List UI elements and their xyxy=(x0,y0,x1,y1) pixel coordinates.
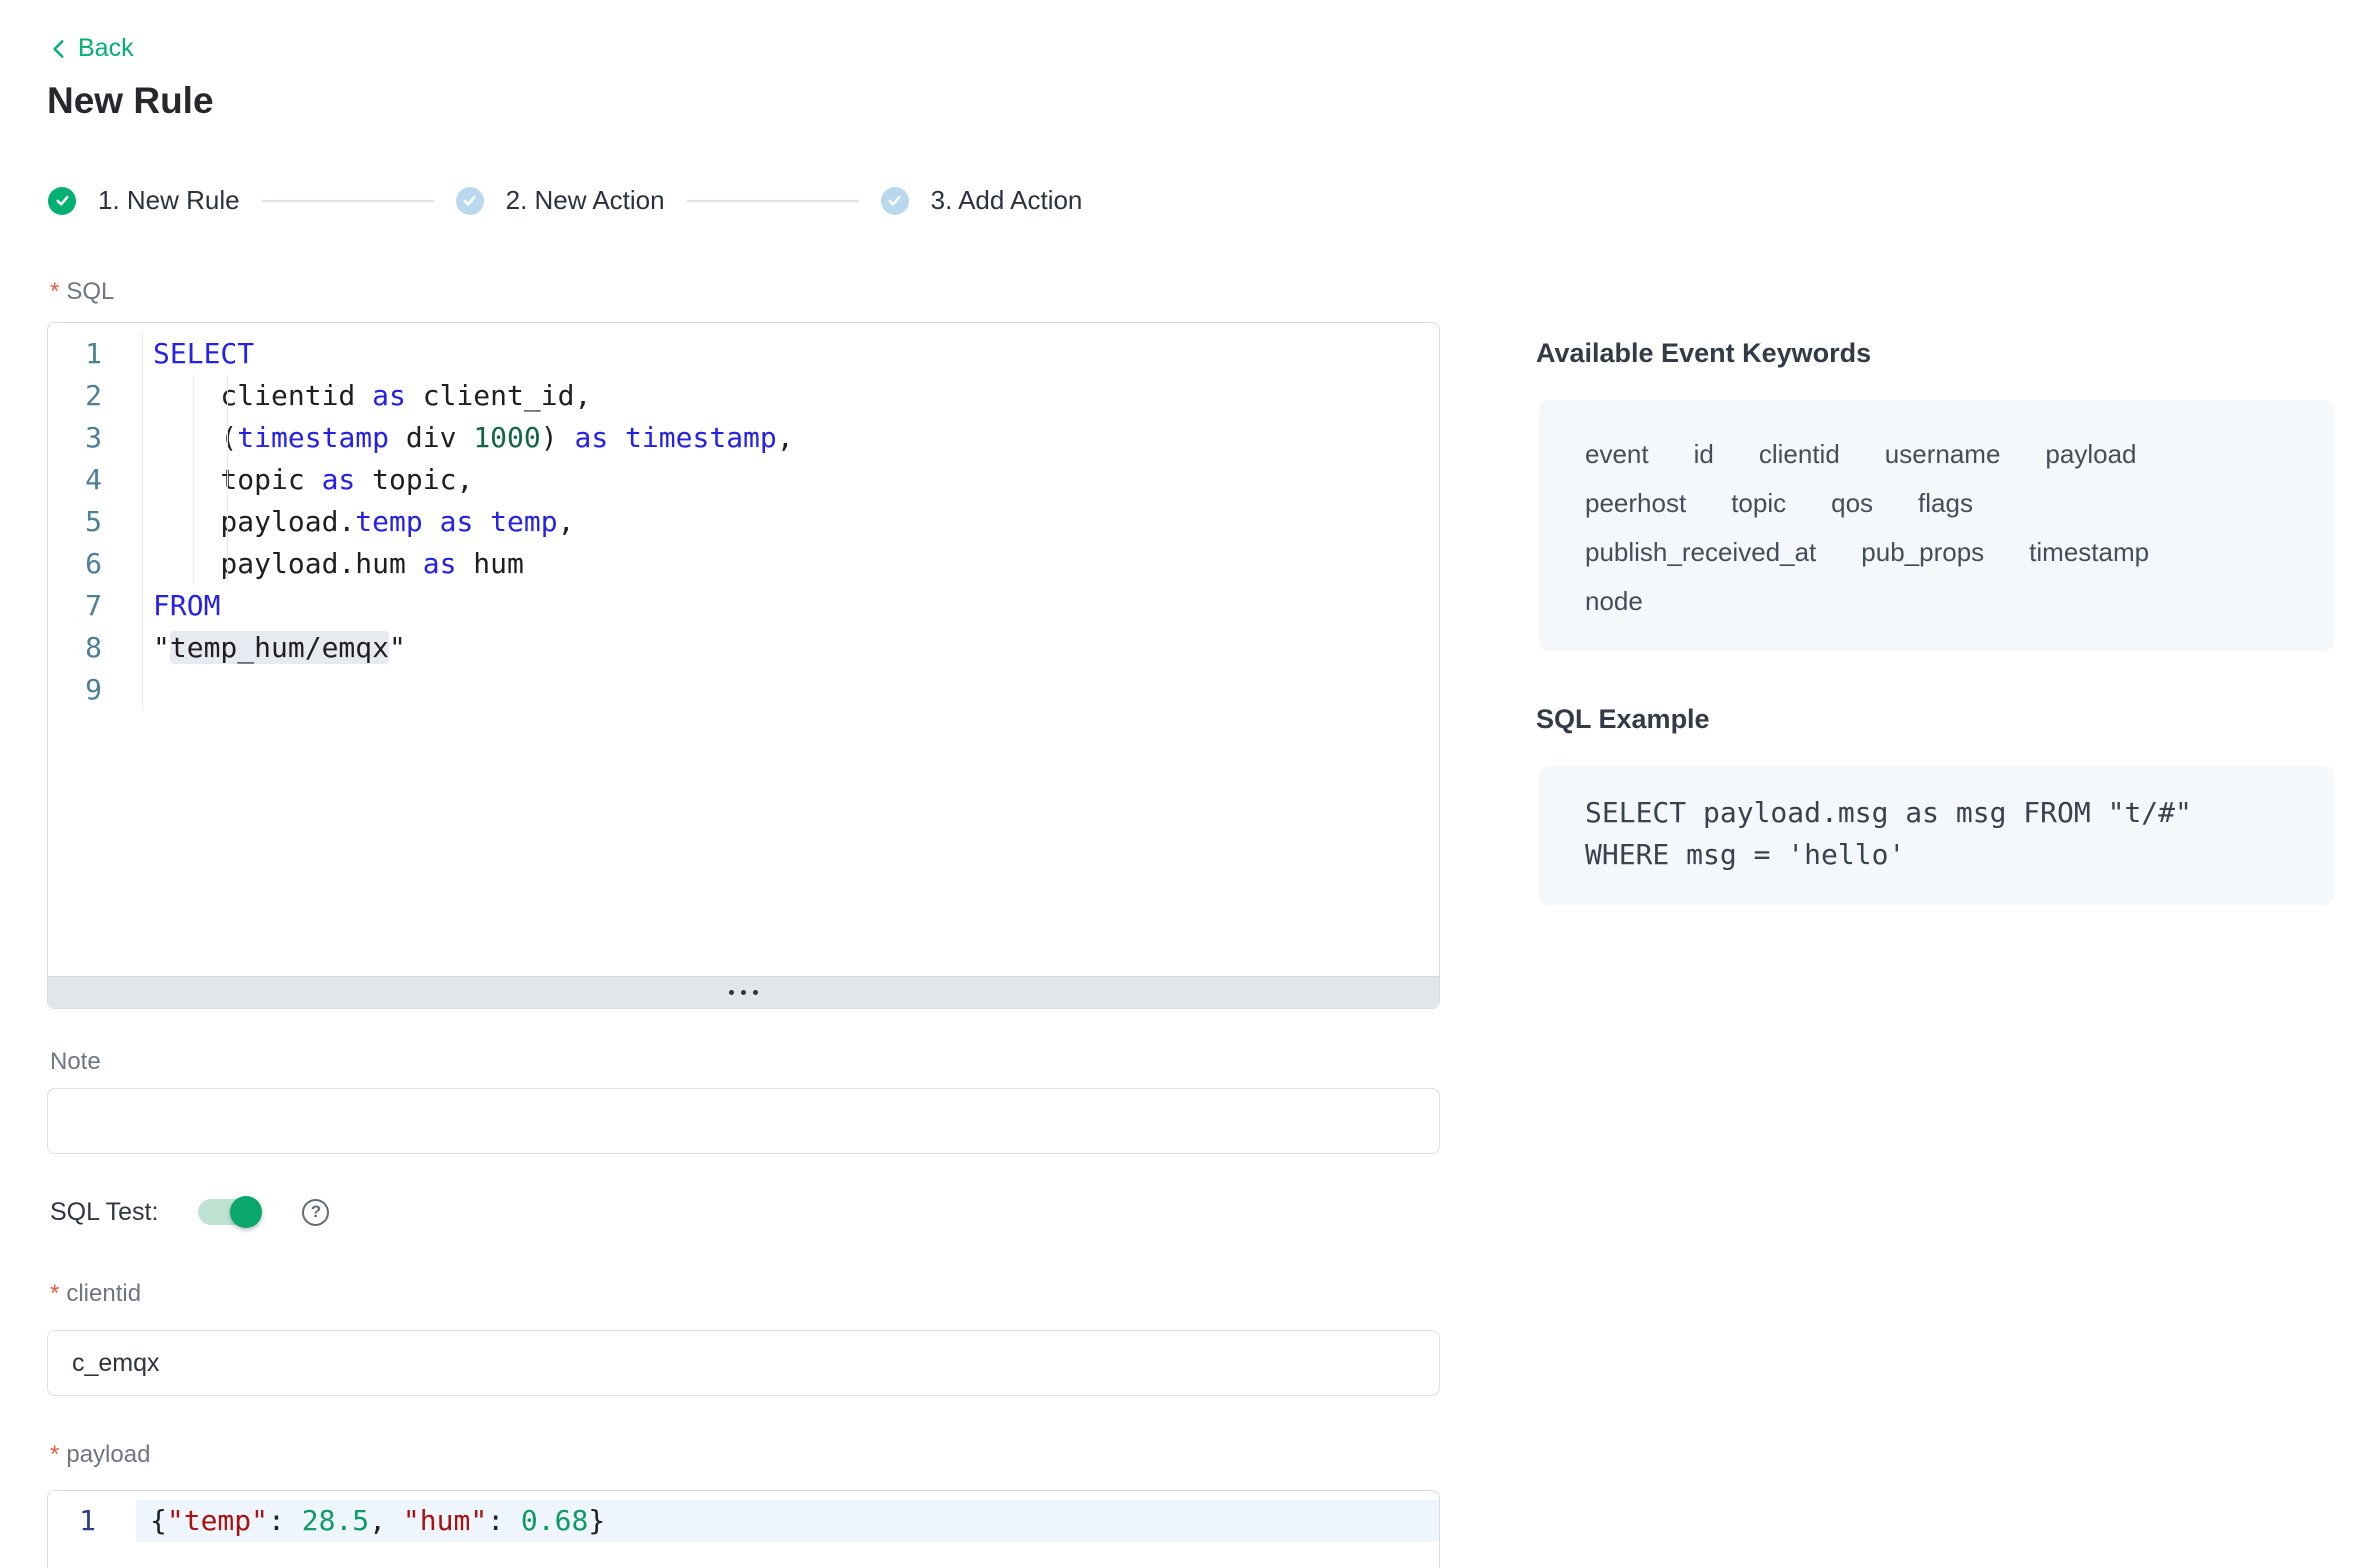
chevron-left-icon xyxy=(50,38,68,60)
keyword-item: payload xyxy=(2045,439,2136,470)
line-number: 4 xyxy=(48,459,143,501)
step-connector xyxy=(262,200,434,202)
sql-example-line: WHERE msg = 'hello' xyxy=(1585,834,2288,876)
clientid-field-label: *clientid xyxy=(50,1280,141,1308)
step-item-add-action[interactable]: 3. Add Action xyxy=(881,185,1083,216)
keyword-item: publish_received_at xyxy=(1585,537,1816,568)
keyword-item: username xyxy=(1885,439,2001,470)
ellipsis-icon xyxy=(741,990,746,995)
required-asterisk: * xyxy=(50,1280,59,1307)
back-button[interactable]: Back xyxy=(50,34,134,63)
sql-example-line: SELECT payload.msg as msg FROM "t/#" xyxy=(1585,792,2288,834)
ellipsis-icon xyxy=(729,990,734,995)
question-mark-icon[interactable]: ? xyxy=(302,1199,329,1226)
sql-code-line[interactable]: payload.temp as temp, xyxy=(143,501,574,543)
keyword-item: flags xyxy=(1918,488,1973,519)
sql-test-toggle[interactable] xyxy=(198,1199,260,1225)
sql-code-line[interactable]: "temp_hum/emqx" xyxy=(143,627,406,669)
payload-editor[interactable]: 1 {"temp": 28.5, "hum": 0.68} xyxy=(47,1490,1440,1568)
check-icon xyxy=(456,187,484,215)
keyword-item: event xyxy=(1585,439,1649,470)
payload-field-label: *payload xyxy=(50,1441,150,1469)
keywords-row: publish_received_at pub_props timestamp xyxy=(1585,528,2288,577)
line-number: 5 xyxy=(48,501,143,543)
sql-test-row: SQL Test: ? xyxy=(50,1186,329,1238)
step-item-new-action[interactable]: 2. New Action xyxy=(456,185,665,216)
sql-field-label: *SQL xyxy=(50,278,114,306)
keyword-item: qos xyxy=(1831,488,1873,519)
keyword-item: pub_props xyxy=(1861,537,1984,568)
indent-guide xyxy=(193,375,194,585)
note-field-label: Note xyxy=(50,1048,101,1076)
sql-example-panel: SELECT payload.msg as msg FROM "t/#" WHE… xyxy=(1539,766,2334,905)
check-icon xyxy=(48,187,76,215)
sql-editor-code-area[interactable]: 1SELECT 2 clientid as client_id, 3 (time… xyxy=(48,323,1439,977)
sql-code-line[interactable]: (timestamp div 1000) as timestamp, xyxy=(143,417,794,459)
keyword-item: node xyxy=(1585,586,1643,617)
keyword-item: timestamp xyxy=(2029,537,2149,568)
new-rule-page: Back New Rule 1. New Rule 2. New Action … xyxy=(0,0,2356,1568)
sql-code-line[interactable]: payload.hum as hum xyxy=(143,543,524,585)
sql-example-title: SQL Example xyxy=(1536,704,1710,735)
line-number: 2 xyxy=(48,375,143,417)
note-input[interactable] xyxy=(47,1088,1440,1154)
check-icon xyxy=(881,187,909,215)
line-number: 1 xyxy=(48,333,143,375)
back-label: Back xyxy=(78,34,134,63)
line-number: 1 xyxy=(48,1500,136,1542)
sql-code-line[interactable]: FROM xyxy=(143,585,220,627)
sql-code-line[interactable]: SELECT xyxy=(143,333,254,375)
keywords-row: event id clientid username payload xyxy=(1585,430,2288,479)
keywords-row: peerhost topic qos flags xyxy=(1585,479,2288,528)
step-label: 2. New Action xyxy=(506,185,665,216)
clientid-input[interactable] xyxy=(47,1330,1440,1396)
step-label: 3. Add Action xyxy=(931,185,1083,216)
payload-code-line[interactable]: {"temp": 28.5, "hum": 0.68} xyxy=(136,1500,1439,1542)
line-number: 8 xyxy=(48,627,143,669)
sql-code-line[interactable] xyxy=(143,669,153,711)
line-number: 9 xyxy=(48,669,143,711)
keyword-item: peerhost xyxy=(1585,488,1686,519)
page-title: New Rule xyxy=(47,80,214,122)
sql-test-label: SQL Test: xyxy=(50,1198,158,1227)
toggle-knob xyxy=(230,1196,262,1228)
keywords-title: Available Event Keywords xyxy=(1536,338,1871,369)
sql-code-line[interactable]: clientid as client_id, xyxy=(143,375,591,417)
step-item-new-rule[interactable]: 1. New Rule xyxy=(48,185,240,216)
line-number: 3 xyxy=(48,417,143,459)
required-asterisk: * xyxy=(50,278,59,305)
editor-resize-handle[interactable] xyxy=(48,976,1439,1008)
stepper: 1. New Rule 2. New Action 3. Add Action xyxy=(48,185,1082,216)
keywords-panel: event id clientid username payload peerh… xyxy=(1539,400,2334,651)
required-asterisk: * xyxy=(50,1441,59,1468)
ellipsis-icon xyxy=(753,990,758,995)
step-connector xyxy=(687,200,859,202)
keyword-item: clientid xyxy=(1759,439,1840,470)
keyword-item: topic xyxy=(1731,488,1786,519)
sql-editor[interactable]: 1SELECT 2 clientid as client_id, 3 (time… xyxy=(47,322,1440,1009)
keyword-item: id xyxy=(1694,439,1714,470)
line-number: 6 xyxy=(48,543,143,585)
keywords-row: node xyxy=(1585,577,2288,626)
indent-guide xyxy=(227,375,228,585)
line-number: 7 xyxy=(48,585,143,627)
step-label: 1. New Rule xyxy=(98,185,240,216)
